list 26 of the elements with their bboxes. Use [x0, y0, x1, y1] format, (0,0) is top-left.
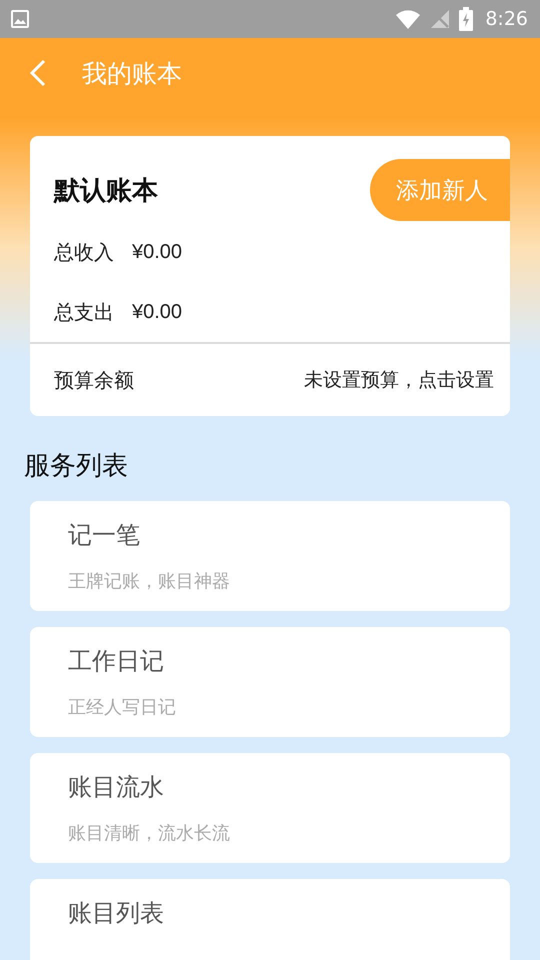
- income-amount: ¥0.00: [132, 240, 182, 264]
- page-title: 我的账本: [82, 58, 182, 90]
- back-icon[interactable]: [28, 58, 48, 88]
- wifi-icon: [395, 9, 422, 29]
- image-icon: [10, 9, 30, 29]
- section-title: 服务列表: [24, 450, 129, 483]
- service-title: 工作日记: [68, 646, 165, 677]
- service-subtitle: 王牌记账，账目神器: [68, 570, 231, 593]
- no-signal-icon: [429, 8, 452, 30]
- service-card[interactable]: 账目流水 账目清晰，流水长流: [30, 753, 510, 863]
- service-subtitle: 正经人写日记: [68, 696, 177, 719]
- status-time: 8:26: [485, 8, 528, 30]
- expense-label: 总支出: [54, 298, 114, 326]
- service-title: 账目流水: [68, 772, 165, 803]
- battery-icon: [459, 7, 474, 31]
- service-card[interactable]: 账目列表: [30, 879, 510, 960]
- service-card[interactable]: 记一笔 王牌记账，账目神器: [30, 501, 510, 611]
- service-card[interactable]: 工作日记 正经人写日记: [30, 627, 510, 737]
- service-title: 记一笔: [68, 520, 141, 551]
- ledger-name: 默认账本: [54, 174, 158, 208]
- budget-label: 预算余额: [54, 366, 134, 394]
- service-subtitle: 账目清晰，流水长流: [68, 822, 231, 845]
- income-label: 总收入: [54, 238, 114, 266]
- service-title: 账目列表: [68, 898, 165, 929]
- expense-amount: ¥0.00: [132, 300, 182, 324]
- budget-setting-link[interactable]: 未设置预算，点击设置: [304, 367, 494, 393]
